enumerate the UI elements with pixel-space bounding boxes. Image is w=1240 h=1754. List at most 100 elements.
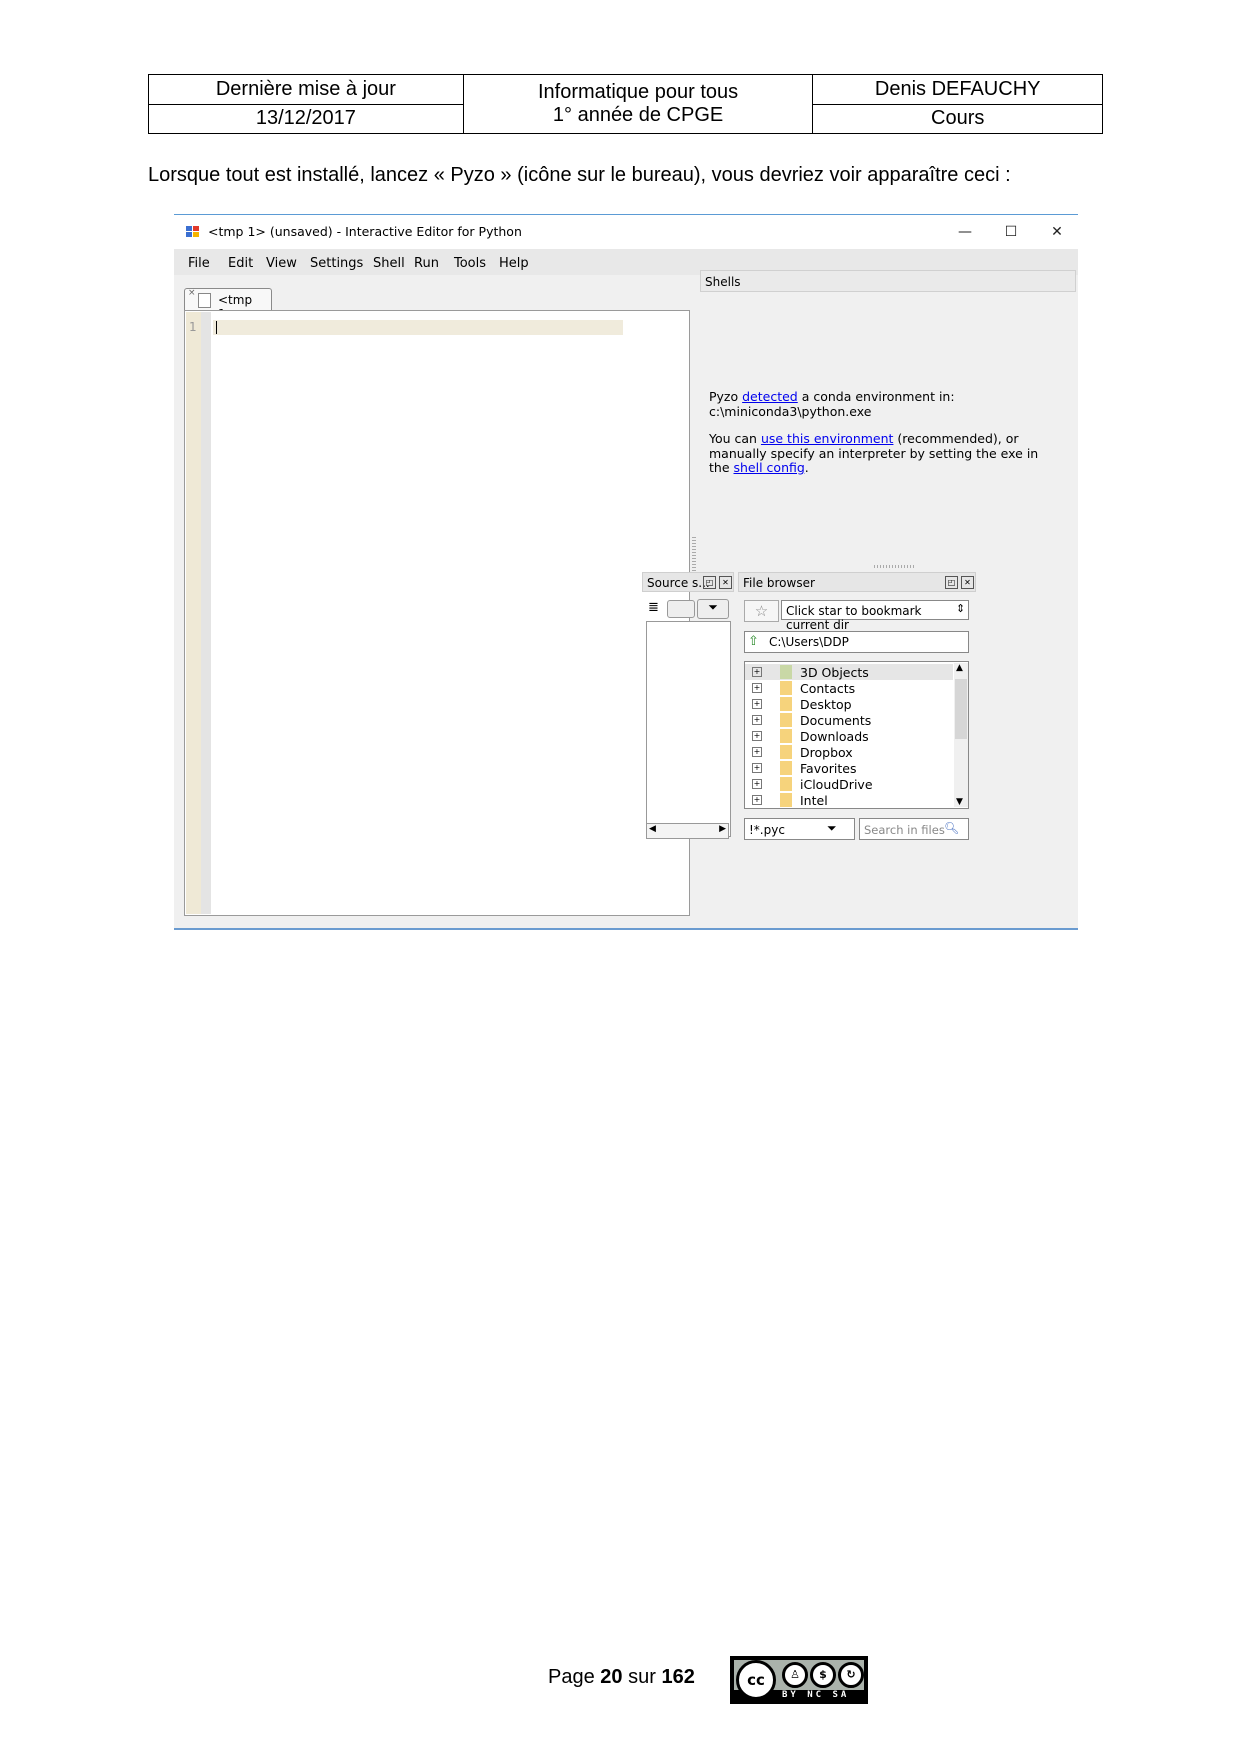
shell-config-link[interactable]: shell config [734, 460, 805, 475]
close-button[interactable]: ✕ [1034, 219, 1078, 245]
tree-row[interactable]: + Documents [745, 712, 953, 728]
file-browser-header: File browser ◰ ✕ [738, 572, 976, 592]
file-filter-input[interactable]: !*.pyc ⏷ [744, 818, 855, 840]
fold-gutter [201, 312, 211, 914]
course-title: Informatique pour tous [538, 81, 739, 103]
filter-icon[interactable]: ⏷ [697, 599, 729, 619]
file-browser-title: File browser [743, 576, 815, 590]
window-title: <tmp 1> (unsaved) - Interactive Editor f… [208, 224, 522, 239]
expand-icon[interactable]: + [752, 731, 762, 741]
expand-icon[interactable]: + [752, 779, 762, 789]
filter-value: !*.pyc [749, 823, 785, 837]
last-update-label: Dernière mise à jour [148, 74, 464, 105]
shells-panel-header: Shells [700, 270, 1076, 292]
horizontal-scrollbar[interactable]: ◀ ▶ [646, 823, 729, 839]
menu-edit[interactable]: Edit [228, 256, 253, 271]
folder-up-icon[interactable]: ⇧ [748, 634, 759, 649]
menu-file[interactable]: File [188, 256, 210, 271]
tree-row[interactable]: + Favorites [745, 760, 953, 776]
bookmark-star-button[interactable]: ☆ [744, 600, 779, 622]
tree-row[interactable]: + Desktop [745, 696, 953, 712]
course-level: 1° année de CPGE [552, 104, 724, 126]
expand-icon[interactable]: + [752, 699, 762, 709]
shell-message: Pyzo detected a conda environment in: c:\… [709, 389, 1039, 489]
license-text: BY NC SA [782, 1690, 850, 1700]
splitter-handle[interactable] [692, 537, 696, 571]
close-pane-icon[interactable]: ✕ [961, 576, 974, 589]
keyboard-icon[interactable] [667, 600, 695, 618]
folder-icon [780, 729, 792, 743]
folder-icon [780, 665, 792, 679]
cc-license-badge: cc ♙ $ ↻ BY NC SA [730, 1656, 868, 1704]
tree-row[interactable]: + iCloudDrive [745, 776, 953, 792]
source-structure-header: Source s... ◰ ✕ [642, 572, 734, 592]
cc-logo-icon: cc [736, 1660, 776, 1700]
source-structure-title: Source s... [647, 576, 710, 590]
folder-tree[interactable]: +3D Objects + Contacts + Desktop + Document… [744, 661, 969, 809]
folder-icon [780, 745, 792, 759]
code-editor[interactable]: 1 [184, 310, 690, 916]
folder-name: Documents [800, 713, 872, 728]
chevron-updown-icon: ⇕ [956, 602, 966, 615]
expand-icon[interactable]: + [752, 763, 762, 773]
scroll-right-icon[interactable]: ▶ [719, 824, 726, 834]
folder-icon [780, 681, 792, 695]
source-structure-list[interactable] [646, 621, 731, 837]
python-path: c:\miniconda3\python.exe [709, 403, 872, 419]
sa-icon: ↻ [838, 1662, 864, 1688]
detected-link[interactable]: detected [742, 389, 798, 404]
expand-icon[interactable]: + [752, 715, 762, 725]
tree-row[interactable]: + Intel [745, 792, 953, 808]
folder-name: Contacts [800, 681, 856, 696]
tree-row[interactable]: + Dropbox [745, 744, 953, 760]
last-update-date: 13/12/2017 [148, 103, 464, 134]
scroll-left-icon[interactable]: ◀ [649, 824, 656, 834]
menu-run[interactable]: Run [414, 256, 439, 271]
intro-paragraph: Lorsque tout est installé, lancez « Pyzo… [148, 164, 1011, 186]
shell-msg-text: Pyzo [709, 389, 743, 404]
splitter-handle[interactable] [874, 565, 914, 568]
filter-icon[interactable]: ⏷ [827, 821, 837, 836]
menu-help[interactable]: Help [499, 256, 529, 271]
folder-name: iCloudDrive [800, 777, 873, 792]
title-bar: <tmp 1> (unsaved) - Interactive Editor f… [174, 215, 1078, 249]
maximize-button[interactable]: ☐ [988, 219, 1034, 245]
scroll-thumb[interactable] [955, 679, 967, 739]
expand-icon[interactable]: + [752, 795, 762, 805]
header-table: Dernière mise à jour Informatique pour t… [148, 74, 1103, 134]
menu-settings[interactable]: Settings [310, 256, 363, 271]
minimize-button[interactable]: — [942, 219, 988, 245]
pyzo-screenshot: <tmp 1> (unsaved) - Interactive Editor f… [174, 214, 1078, 930]
expand-icon[interactable]: + [752, 747, 762, 757]
expand-icon[interactable]: + [752, 667, 762, 677]
path-input[interactable]: ⇧ C:\Users\DDP [744, 631, 969, 653]
menu-shell[interactable]: Shell [373, 256, 405, 271]
list-icon[interactable]: ≣ [648, 600, 659, 615]
pyzo-app-icon [186, 226, 200, 238]
search-icon[interactable]: 🔍︎ [944, 821, 959, 835]
close-pane-icon[interactable]: ✕ [719, 576, 732, 589]
vertical-scrollbar[interactable]: ▲ ▼ [954, 663, 968, 807]
tree-row[interactable]: + Contacts [745, 680, 953, 696]
tab-close-icon[interactable]: × [188, 288, 196, 298]
editor-tab[interactable]: × <tmp 1> [184, 288, 272, 321]
search-placeholder: Search in files [864, 823, 945, 837]
undock-icon[interactable]: ◰ [945, 576, 958, 589]
search-in-files-input[interactable]: Search in files 🔍︎ [859, 818, 969, 840]
menu-tools[interactable]: Tools [454, 256, 486, 271]
use-environment-link[interactable]: use this environment [761, 431, 894, 446]
scroll-down-icon[interactable]: ▼ [956, 797, 963, 807]
bookmark-select[interactable]: Click star to bookmark current dir ⇕ [781, 600, 969, 632]
menu-view[interactable]: View [266, 256, 297, 271]
page-label: sur [628, 1666, 656, 1688]
tree-row[interactable]: +3D Objects [745, 664, 953, 680]
scroll-up-icon[interactable]: ▲ [956, 663, 963, 673]
expand-icon[interactable]: + [752, 683, 762, 693]
current-path: C:\Users\DDP [769, 635, 849, 649]
shells-title: Shells [705, 275, 741, 289]
folder-name: Favorites [800, 761, 857, 776]
page-total: 162 [661, 1666, 695, 1688]
undock-icon[interactable]: ◰ [703, 576, 716, 589]
nc-icon: $ [810, 1662, 836, 1688]
tree-row[interactable]: + Downloads [745, 728, 953, 744]
